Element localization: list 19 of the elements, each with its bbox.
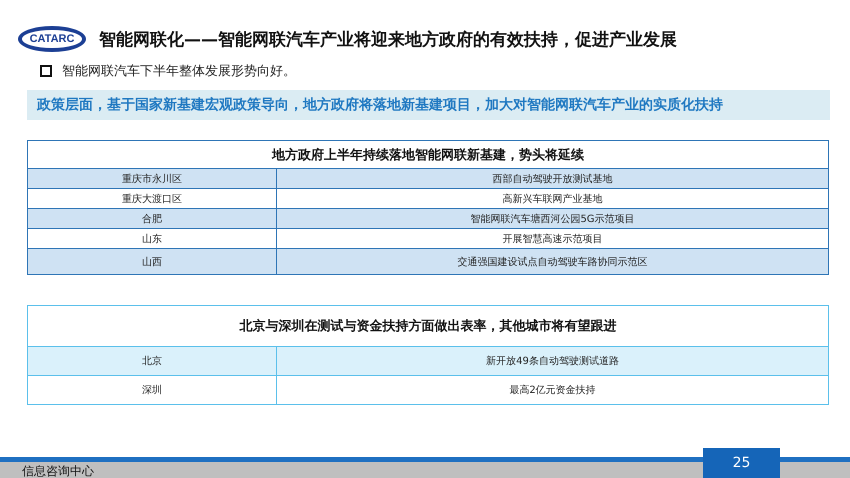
bullet-text: 智能网联汽车下半年整体发展形势向好。 [62,63,296,80]
table-cell: 合肥 [28,208,276,228]
highlight-banner: 政策层面，基于国家新基建宏观政策导向，地方政府将落地新基建项目，加大对智能网联汽车产业的实质化扶持 [27,90,830,120]
slide-title: 智能网联化——智能网联汽车产业将迎来地方政府的有效扶持，促进产业发展 [99,28,677,50]
logo: CATARC [18,26,86,52]
table-cell: 智能网联汽车塘西河公园5G示范项目 [276,208,828,228]
table-title: 地方政府上半年持续落地智能网联新基建，势头将延续 [28,140,828,168]
square-bullet-icon [40,65,52,77]
table-cell: 重庆市永川区 [28,168,276,188]
table-cell: 西部自动驾驶开放测试基地 [276,168,828,188]
table-cell: 北京 [28,346,276,376]
table-cell: 交通强国建设试点自动驾驶车路协同示范区 [276,248,828,274]
table-cell: 山西 [28,248,276,274]
table-title: 北京与深圳在测试与资金扶持方面做出表率，其他城市将有望跟进 [28,306,828,346]
table-cell: 新开放49条自动驾驶测试道路 [276,346,828,376]
table-cell: 深圳 [28,376,276,404]
page-number: 25 [703,448,780,478]
table-cell: 最高2亿元资金扶持 [276,376,828,404]
footer-text: 信息咨询中心 [22,463,94,478]
